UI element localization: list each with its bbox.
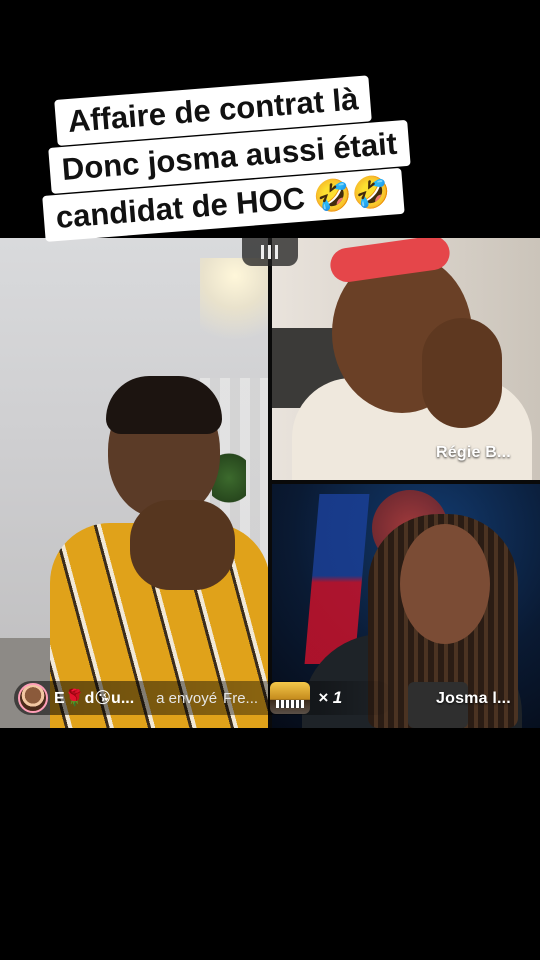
gift-action-text: a envoyé xyxy=(156,689,218,707)
live-video-grid xyxy=(0,238,540,728)
gift-notification: E🌹d😘u... a envoyé Fre... × 1 xyxy=(14,681,394,715)
tile-divider-horizontal xyxy=(272,480,540,484)
layout-handle[interactable] xyxy=(242,238,298,266)
host-video-tile[interactable] xyxy=(0,238,268,728)
grip-icon xyxy=(261,245,279,259)
wall-lamp xyxy=(200,258,268,348)
gift-sender-name: E🌹d😘u... xyxy=(54,690,135,707)
guest2-face xyxy=(400,524,490,644)
guest2-name-label[interactable]: Josma l... xyxy=(436,690,511,708)
gift-count: × 1 xyxy=(318,688,343,707)
guest1-name-label[interactable]: Régie B... xyxy=(436,444,511,462)
host-hair xyxy=(106,376,222,434)
host-hands xyxy=(130,500,235,590)
guest1-hand xyxy=(422,318,502,428)
keyboard-gift-icon xyxy=(270,682,311,714)
avatar[interactable] xyxy=(18,683,48,713)
gift-name-text: Fre... xyxy=(223,689,259,707)
